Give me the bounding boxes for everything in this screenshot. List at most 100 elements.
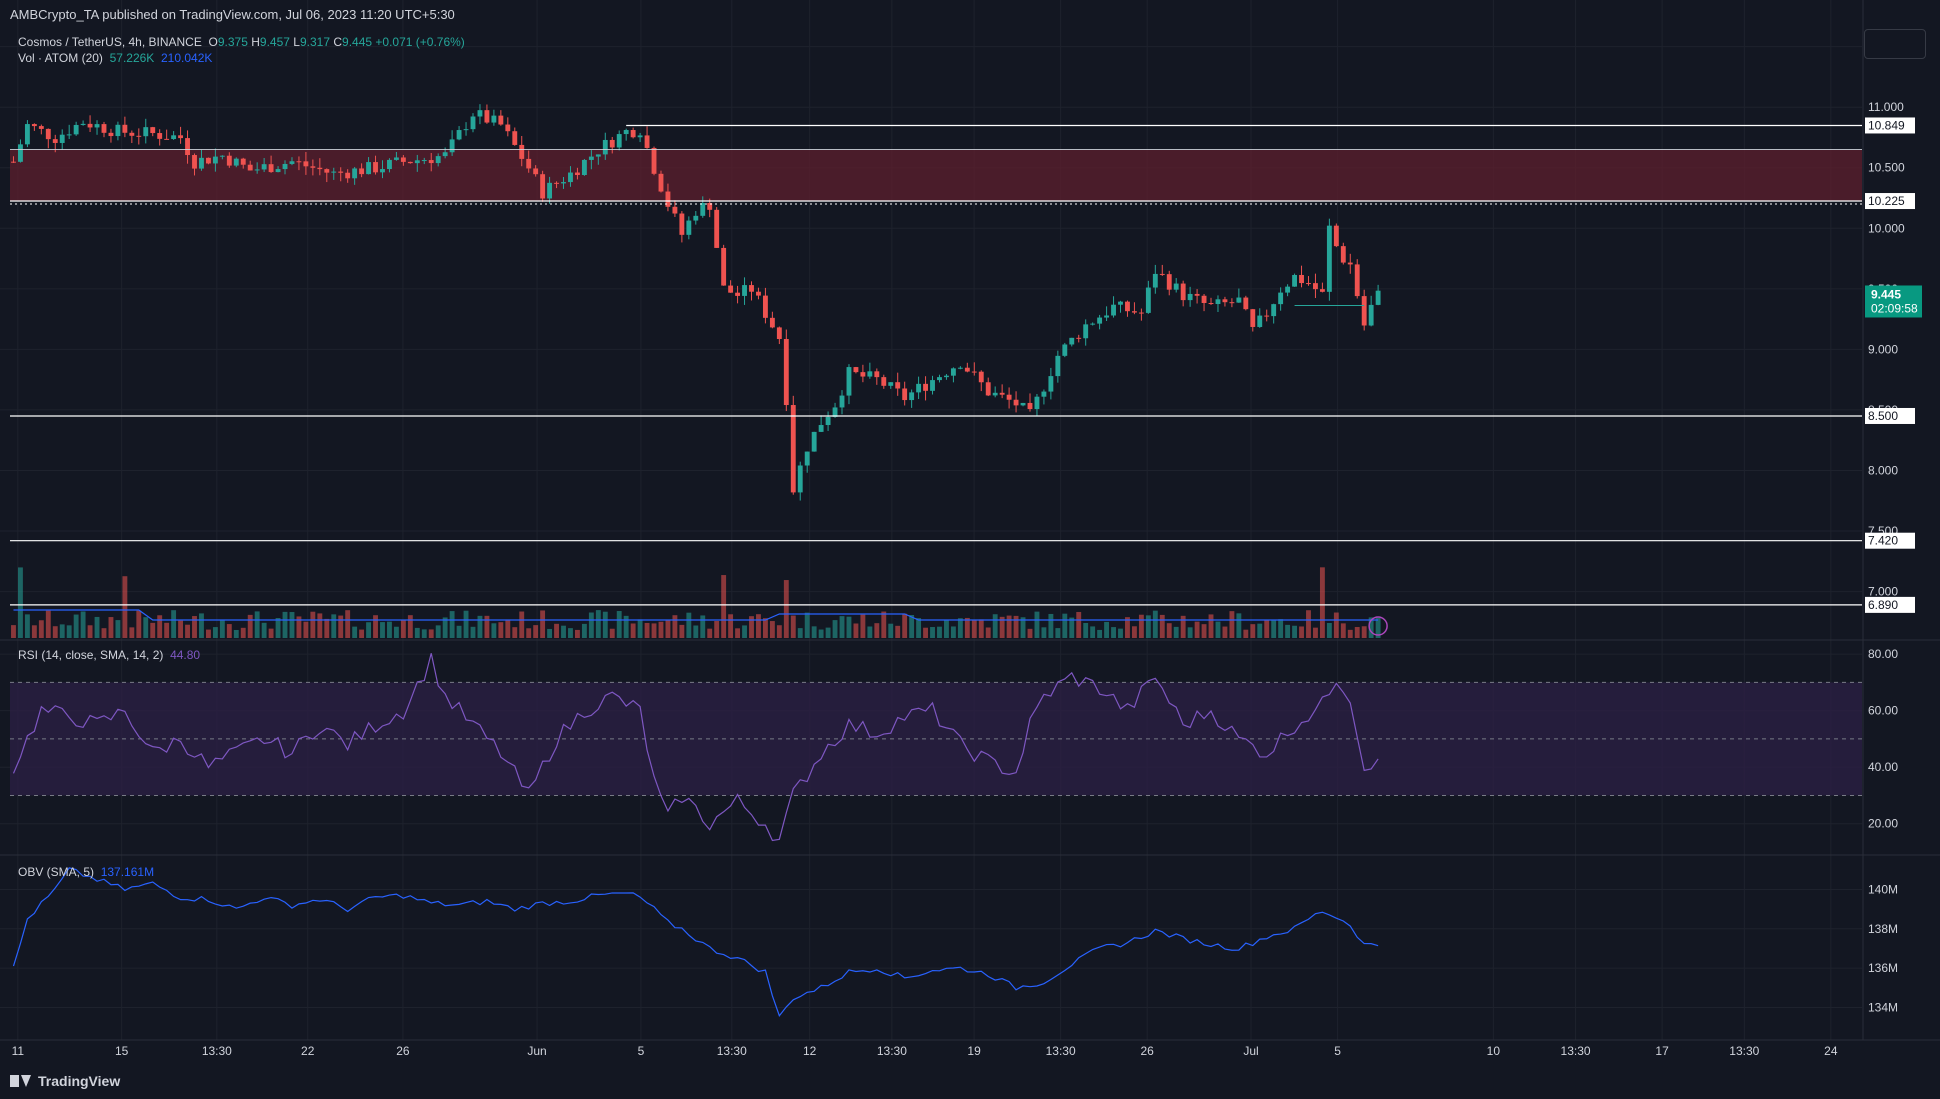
open-value: 9.375 — [217, 35, 248, 49]
candle-body — [233, 158, 239, 166]
candle-body — [1340, 246, 1346, 263]
volume-bar — [1069, 617, 1075, 638]
chart-area[interactable]: 11 15 13:30 22 26 Jun 5 13:30 12 13:30 19 13:30 26 Ju… — [0, 0, 1940, 1099]
volume-bar — [261, 622, 267, 638]
candle-body — [686, 220, 692, 235]
candle-body — [247, 164, 253, 171]
candle-body — [749, 285, 754, 292]
candle-body — [1118, 301, 1123, 305]
candle-body — [1041, 391, 1047, 397]
candle-body — [1208, 302, 1214, 305]
countdown-label: 02:09:58 — [1871, 301, 1918, 315]
obv-tick-label: 138M — [1868, 922, 1898, 936]
candle-body — [769, 317, 775, 328]
volume-bar — [1034, 611, 1040, 638]
volume-bar — [881, 611, 887, 638]
symbol-legend[interactable]: Cosmos / TetherUS, 4h, BINANCE O9.375 H9… — [18, 34, 465, 50]
candle-body — [874, 371, 880, 378]
candle-body — [818, 425, 824, 432]
candle-body — [373, 162, 378, 173]
candle-body — [366, 162, 372, 175]
candle-body — [303, 161, 309, 167]
x-tick-label: Jun — [527, 1044, 546, 1058]
volume-bar — [380, 622, 385, 638]
candle-body — [1125, 301, 1130, 312]
volume-bar — [602, 611, 608, 638]
volume-bar — [944, 620, 949, 638]
volume-bar — [721, 575, 727, 638]
candle-body — [192, 155, 197, 169]
candle-body — [449, 139, 455, 153]
candle-body — [881, 377, 887, 386]
settings-box[interactable] — [1864, 29, 1926, 59]
candle-body — [31, 124, 37, 127]
tradingview-footer[interactable]: TradingView — [10, 1073, 120, 1089]
volume-bar — [1243, 629, 1249, 638]
candle-body — [609, 139, 615, 148]
candle-body — [226, 155, 232, 166]
volume-legend[interactable]: Vol · ATOM (20) 57.226K 210.042K — [18, 50, 212, 66]
volume-bar — [1299, 626, 1304, 638]
candle-body — [902, 388, 908, 401]
volume-bar — [1187, 627, 1193, 638]
price-tick-label: 7.000 — [1868, 585, 1898, 599]
candle-body — [867, 371, 873, 377]
volume-bar — [1215, 621, 1221, 638]
candle-body — [1187, 293, 1193, 301]
candle-body — [66, 134, 72, 136]
chart-svg[interactable]: 11 15 13:30 22 26 Jun 5 13:30 12 13:30 19 13:30 26 Ju… — [0, 0, 1940, 1099]
candle-body — [1097, 317, 1103, 324]
candle-body — [595, 154, 601, 157]
volume-bar — [644, 622, 650, 638]
volume-bar — [435, 625, 441, 638]
volume-bar — [756, 614, 761, 638]
candle-body — [1285, 286, 1291, 293]
resistance-zone — [10, 149, 1862, 202]
candle-body — [1319, 289, 1325, 292]
volume-bar — [637, 619, 643, 638]
candle-body — [240, 158, 246, 165]
volume-bar — [581, 623, 587, 638]
candle-body — [59, 134, 65, 143]
price-tick-label: 10.500 — [1868, 161, 1905, 175]
high-value: 9.457 — [259, 35, 290, 49]
candle-body — [1062, 344, 1068, 356]
candle-body — [178, 135, 184, 139]
volume-ma-value: 210.042K — [160, 51, 213, 65]
candle-body — [164, 138, 170, 140]
candle-body — [421, 160, 427, 162]
rsi-legend[interactable]: RSI (14, close, SMA, 14, 2) 44.80 — [18, 647, 200, 663]
candle-body — [52, 139, 58, 143]
candle-body — [1347, 262, 1353, 265]
candle-body — [1229, 302, 1235, 304]
volume-bar — [651, 623, 657, 638]
candle-body — [275, 169, 281, 173]
candle-body — [1152, 273, 1158, 288]
level-badge-label: 6.890 — [1868, 598, 1898, 612]
volume-bar — [387, 621, 392, 638]
volume-bar — [728, 614, 734, 638]
volume-bar — [80, 611, 86, 638]
tradingview-logo-icon — [10, 1075, 32, 1087]
volume-bar — [895, 625, 901, 638]
volume-bar — [832, 620, 838, 638]
candle-body — [776, 327, 782, 340]
volume-bar — [679, 624, 685, 638]
volume-bar — [400, 619, 406, 638]
volume-bar — [289, 612, 295, 638]
volume-bar — [247, 614, 253, 638]
volume-bar — [623, 615, 629, 638]
candle-body — [38, 126, 44, 129]
candle-body — [393, 157, 399, 160]
x-tick-label: Jul — [1243, 1044, 1258, 1058]
candle-body — [115, 124, 121, 137]
volume-bar — [150, 622, 156, 638]
candle-body — [985, 382, 991, 396]
candle-body — [1271, 304, 1277, 317]
obv-legend[interactable]: OBV (SMA, 5) 137.161M — [18, 864, 154, 880]
x-tick-label: 19 — [967, 1044, 981, 1058]
publisher-line: AMBCrypto_TA published on TradingView.co… — [10, 7, 455, 22]
volume-bar — [171, 610, 177, 638]
price-tick-label: 11.000 — [1868, 100, 1904, 114]
volume-bar — [783, 580, 789, 638]
